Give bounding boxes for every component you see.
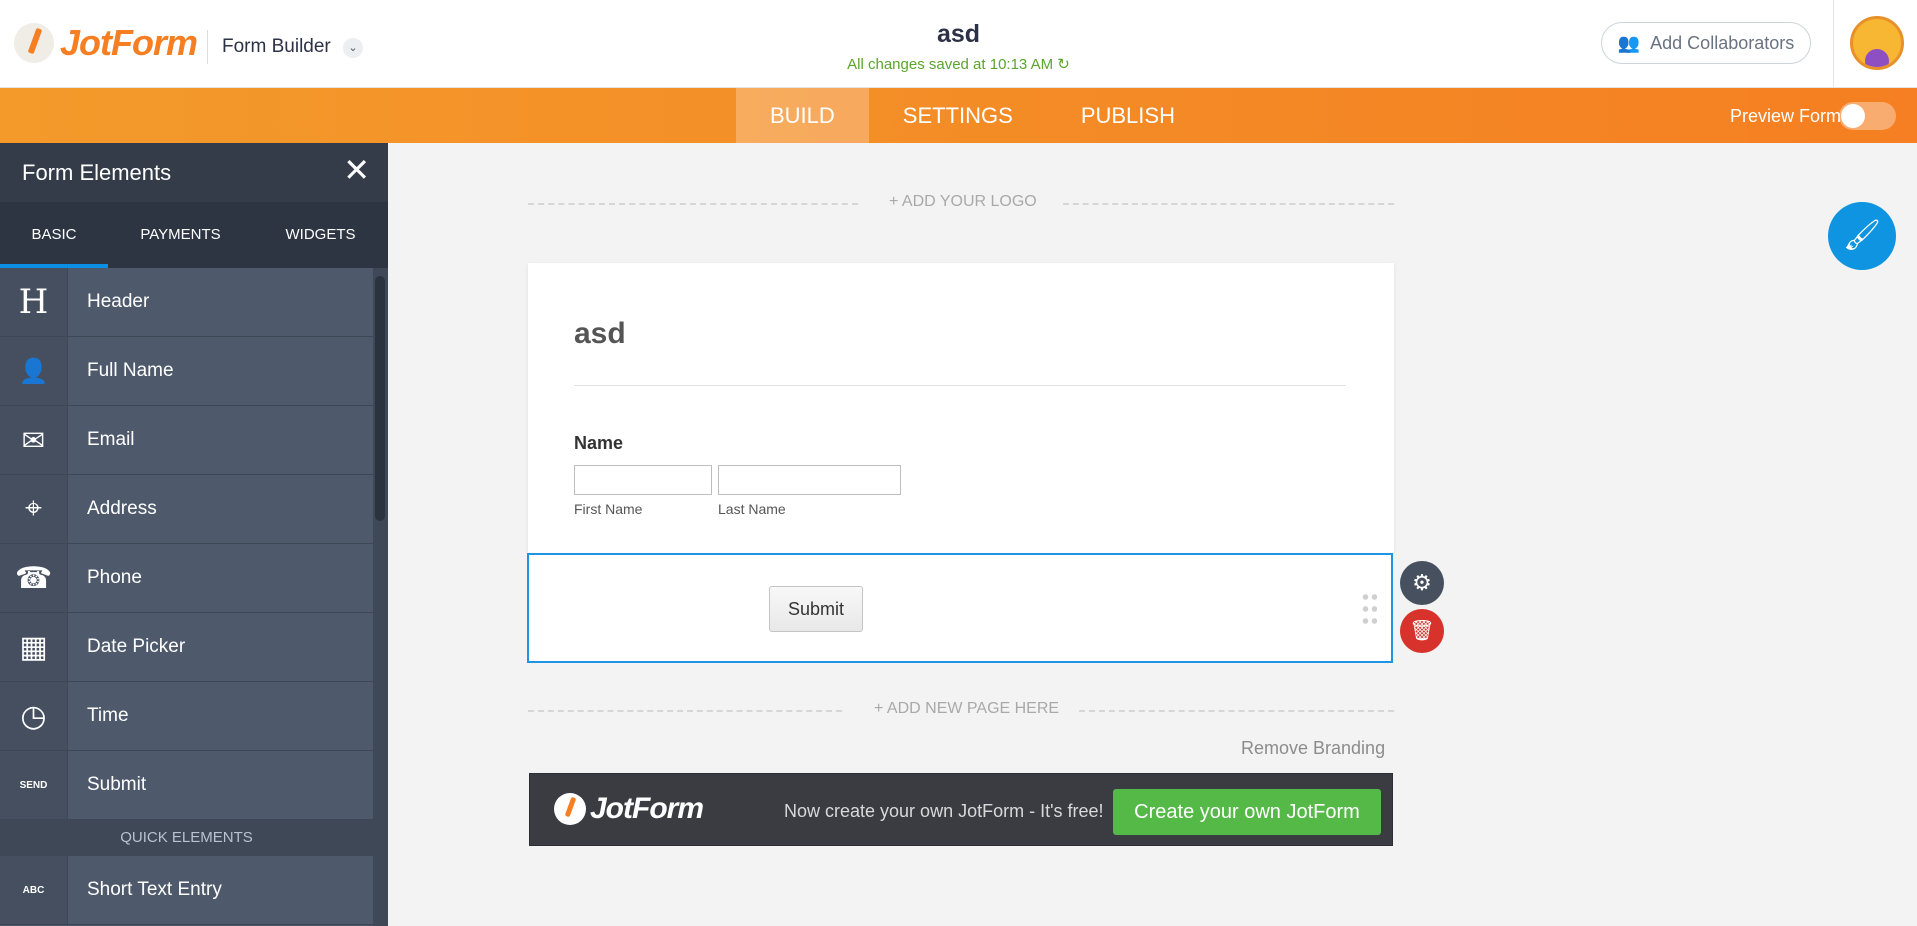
heading-divider [574,385,1346,386]
text-entry-icon: ABC [0,856,68,924]
submit-button[interactable]: Submit [769,586,863,632]
add-page-row[interactable]: + ADD NEW PAGE HERE [528,700,1394,720]
tab-settings[interactable]: SETTINGS [869,88,1047,143]
element-label: Header [87,291,150,312]
top-bar: JotForm Form Builder ⌄ asd All changes s… [0,0,1917,88]
element-full-name[interactable]: 👤 Full Name [0,337,373,406]
map-pin-icon: ⌖ [0,475,68,543]
tab-build[interactable]: BUILD [736,88,869,143]
element-time[interactable]: ◷ Time [0,682,373,751]
create-your-own-button[interactable]: Create your own JotForm [1113,789,1381,835]
save-status-text: All changes saved at 10:13 AM [847,56,1054,73]
phone-icon: ☎ [0,544,68,612]
element-header[interactable]: H Header [0,268,373,337]
refresh-icon[interactable]: ↻ [1057,56,1070,73]
send-icon: SEND [0,751,68,819]
footer-logo-text: JotForm [590,792,704,825]
nav-tabs: BUILD SETTINGS PUBLISH [736,88,1209,143]
scrollbar-thumb[interactable] [375,276,385,521]
last-name-sublabel: Last Name [718,501,786,517]
element-email[interactable]: ✉ Email [0,406,373,475]
tab-publish[interactable]: PUBLISH [1047,88,1209,143]
panel-title: Form Elements [22,160,172,185]
gear-icon[interactable]: ⚙ [1400,561,1444,605]
form-heading[interactable]: asd [574,317,626,351]
dashed-divider [1063,203,1394,205]
element-label: Submit [87,774,147,795]
jotform-logo-icon [554,793,586,825]
panel-header: Form Elements ✕ [0,143,388,202]
element-label: Short Text Entry [87,879,222,900]
submit-field-selected[interactable]: Submit [527,553,1393,663]
tab-widgets[interactable]: WIDGETS [253,202,388,268]
element-label: Address [87,498,157,519]
quick-elements-header: QUICK ELEMENTS [0,820,373,856]
panel-tabs: BASIC PAYMENTS WIDGETS [0,202,388,268]
add-collaborators-label: Add Collaborators [1650,32,1795,53]
toggle-knob [1841,104,1865,128]
calendar-icon: ▦ [0,613,68,681]
main-nav: BUILD SETTINGS PUBLISH Preview Form [0,88,1917,143]
element-address[interactable]: ⌖ Address [0,475,373,544]
paint-roller-icon[interactable]: 🖌 [1828,202,1896,270]
envelope-icon: ✉ [0,406,68,474]
remove-branding-link[interactable]: Remove Branding [1241,738,1385,759]
element-submit[interactable]: SEND Submit [0,751,373,820]
last-name-input[interactable] [718,465,901,495]
element-label: Full Name [87,360,174,381]
panel-scrollbar[interactable] [373,268,388,926]
dashed-divider [1079,710,1394,712]
avatar-container [1833,0,1917,88]
add-page-link[interactable]: + ADD NEW PAGE HERE [874,700,1059,718]
element-label: Phone [87,567,142,588]
preview-form-toggle[interactable] [1839,102,1896,130]
header-icon: H [0,268,68,336]
close-icon[interactable]: ✕ [343,143,370,198]
element-phone[interactable]: ☎ Phone [0,544,373,613]
branding-tagline: Now create your own JotForm - It's free! [784,801,1104,821]
tab-basic[interactable]: BASIC [0,202,108,268]
preview-form-label: Preview Form [1730,106,1842,126]
footer-logo[interactable]: JotForm [554,792,704,826]
tab-payments[interactable]: PAYMENTS [108,202,253,268]
element-list: H Header 👤 Full Name ✉ Email ⌖ Address ☎… [0,268,373,925]
form-card: asd Name First Name Last Name [528,263,1394,553]
clock-icon: ◷ [0,682,68,750]
branding-footer: JotForm Now create your own JotForm - It… [529,773,1393,846]
dashed-divider [528,203,858,205]
add-collaborators-button[interactable]: 👥 Add Collaborators [1601,22,1811,64]
element-short-text[interactable]: ABC Short Text Entry [0,856,373,925]
element-label: Email [87,429,135,450]
first-name-sublabel: First Name [574,501,643,517]
trash-icon[interactable]: 🗑 [1400,609,1444,653]
first-name-input[interactable] [574,465,712,495]
add-logo-link[interactable]: + ADD YOUR LOGO [889,193,1037,211]
user-icon: 👤 [0,337,68,405]
form-elements-panel: Form Elements ✕ BASIC PAYMENTS WIDGETS H… [0,143,388,926]
element-label: Time [87,705,129,726]
users-icon: 👥 [1617,32,1641,53]
name-field-label[interactable]: Name [574,433,623,454]
add-logo-row[interactable]: + ADD YOUR LOGO [528,193,1394,213]
element-date-picker[interactable]: ▦ Date Picker [0,613,373,682]
element-label: Date Picker [87,636,186,657]
avatar[interactable] [1850,16,1904,70]
drag-handle-icon[interactable] [1361,591,1377,629]
dashed-divider [528,710,842,712]
